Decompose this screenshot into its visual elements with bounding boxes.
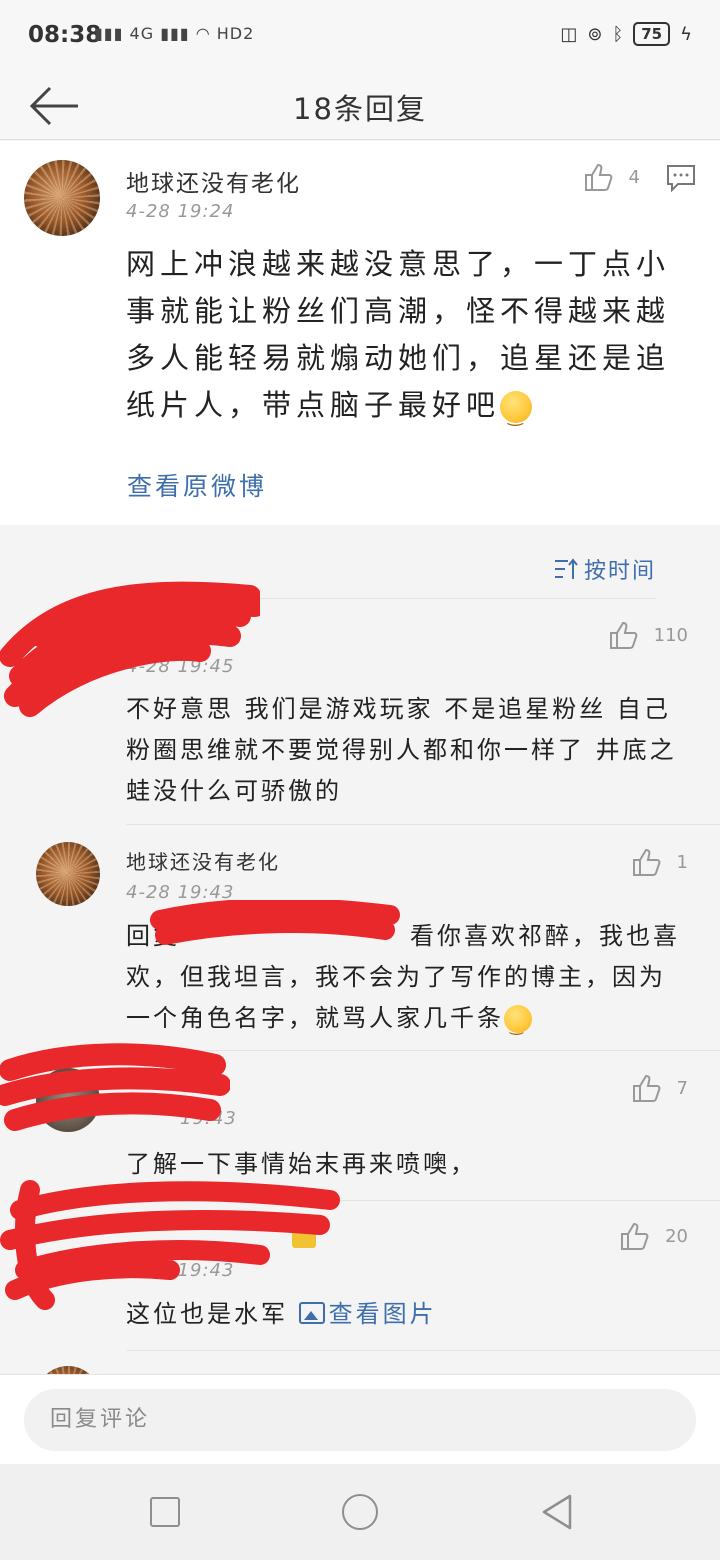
like-count: 4 — [628, 166, 640, 188]
sort-label: 按时间 — [583, 559, 656, 584]
status-bar: 08:38 ▮▮▮ 4G ▮▮▮ ◠ HD2 ◫ ⊚ ᛒ 75 ϟ — [0, 0, 720, 76]
comment-icon[interactable] — [666, 163, 696, 193]
comment-text: 网上冲浪越来越没意思了，一丁点小事就能让粉丝们高潮，怪不得越来越多人能轻易就煽动… — [126, 241, 686, 440]
redaction-scribble — [0, 581, 260, 717]
reply-2-username[interactable]: 地球还没有老化 — [126, 846, 280, 875]
network-icons: ▮▮▮ 4G ▮▮▮ ◠ HD2 — [94, 24, 254, 43]
wifi-icon: ◠ — [195, 24, 211, 43]
like-count: 7 — [676, 1077, 688, 1099]
charging-icon: ϟ — [680, 23, 692, 45]
comment-body: 网上冲浪越来越没意思了，一丁点小事就能让粉丝们高潮，怪不得越来越多人能轻易就煽动… — [126, 247, 671, 422]
status-right: ◫ ⊚ ᛒ 75 ϟ — [560, 22, 692, 46]
smile-emoji-icon — [504, 1005, 532, 1046]
divider — [126, 824, 720, 825]
reply-3-like-button[interactable]: 7 — [631, 1072, 688, 1104]
lock-icon: ⊚ — [587, 23, 603, 45]
thumbs-up-icon — [632, 1074, 660, 1102]
username[interactable]: 地球还没有老化 — [126, 164, 301, 198]
sort-toggle[interactable]: 按时间 — [554, 553, 656, 585]
page-title: 18条回复 — [293, 92, 427, 126]
like-count: 1 — [676, 851, 688, 873]
timestamp: 4-28 19:24 — [126, 201, 235, 222]
signal-icon: ▮▮▮ — [94, 24, 124, 43]
divider — [126, 1350, 720, 1351]
hd-label: HD2 — [216, 24, 255, 43]
redaction-scribble — [0, 1043, 230, 1131]
home-icon[interactable] — [342, 1494, 378, 1530]
sort-icon — [554, 558, 578, 579]
reply-1-like-button[interactable]: 110 — [608, 619, 688, 651]
reply-input-bar: 回复评论 — [0, 1374, 720, 1464]
main-comment: 地球还没有老化 4-28 19:24 4 网上冲浪越来越没意思了，一丁点小事就能… — [0, 141, 720, 525]
back-triangle-icon[interactable] — [540, 1492, 574, 1532]
battery-icon: 75 — [633, 22, 671, 46]
like-count: 110 — [653, 624, 688, 646]
redaction-scribble — [0, 1180, 340, 1310]
signal-icon-2: ▮▮▮ — [160, 24, 190, 43]
network-type: 4G — [129, 24, 155, 43]
like-count: 20 — [665, 1225, 688, 1247]
recent-apps-icon[interactable] — [150, 1497, 180, 1527]
avatar[interactable] — [24, 160, 100, 236]
thumbs-up-icon — [621, 1222, 649, 1250]
avatar[interactable] — [36, 842, 100, 906]
bluetooth-icon: ᛒ — [612, 23, 624, 45]
thumbs-up-icon — [584, 163, 612, 191]
reply-input[interactable]: 回复评论 — [24, 1389, 696, 1451]
vibrate-icon: ◫ — [560, 23, 578, 45]
view-image-label: 查看图片 — [328, 1300, 437, 1328]
status-time: 08:38 — [28, 22, 102, 48]
reply-2-like-button[interactable]: 1 — [631, 846, 688, 878]
reply-4-like-button[interactable]: 20 — [619, 1220, 688, 1252]
redaction-scribble — [150, 900, 400, 945]
thumbs-up-icon — [609, 621, 638, 649]
thumbs-up-icon — [632, 848, 660, 876]
like-button[interactable]: 4 — [583, 161, 640, 193]
header: 18条回复 — [0, 76, 720, 140]
smile-emoji-icon — [500, 391, 533, 440]
system-nav-bar — [0, 1464, 720, 1560]
view-original-link[interactable]: 查看原微博 — [127, 467, 267, 503]
